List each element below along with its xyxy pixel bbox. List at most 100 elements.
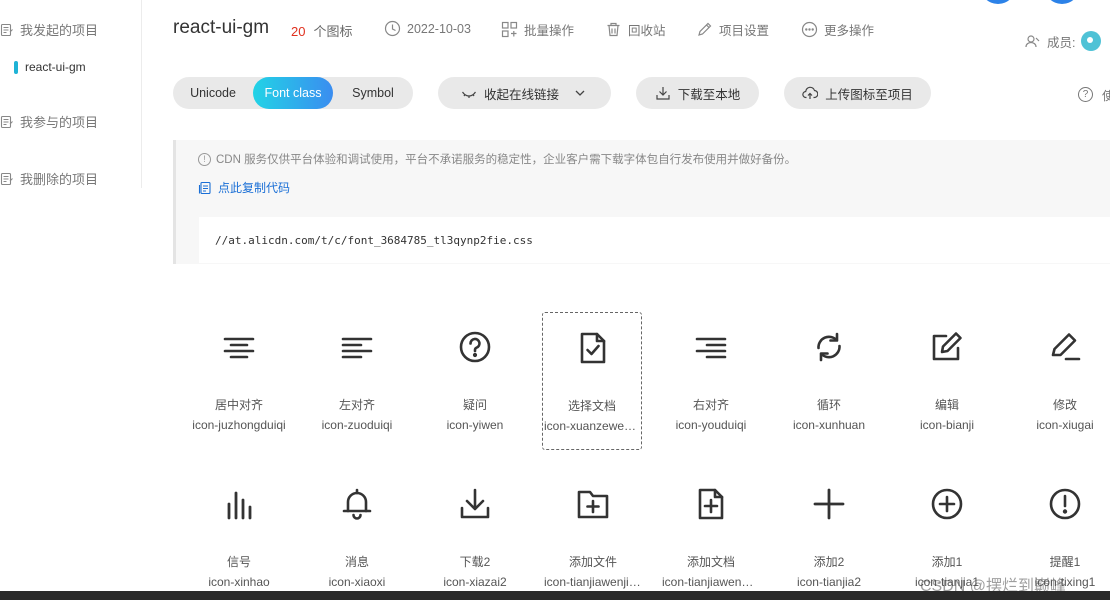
icon-card[interactable]: 添加2 icon-tianjia2 — [779, 469, 879, 600]
icon-name: 信号 — [226, 555, 251, 569]
icon-name: 疑问 — [462, 398, 487, 412]
icon-count-unit: 个图标 — [313, 24, 353, 39]
icon-card[interactable]: 下载2 icon-xiazai2 — [425, 469, 525, 600]
bottom-bar — [0, 591, 1110, 600]
tab-symbol[interactable]: Symbol — [333, 77, 413, 109]
icon-card[interactable]: 居中对齐 icon-juzhongduiqi — [189, 312, 289, 450]
icon-name: 添加文件 — [568, 555, 617, 569]
copy-code-link[interactable]: 点此复制代码 — [198, 179, 290, 196]
eye-closed-icon — [461, 91, 476, 98]
grid-icon — [501, 21, 518, 38]
plus-icon — [812, 487, 846, 521]
online-link-panel: ! CDN 服务仅供平台体验和调试使用，平台不承诺服务的稳定性，企业客户需下载字… — [173, 140, 1110, 264]
project-icon — [0, 172, 14, 186]
sidebar: 我发起的项目 react-ui-gm 我参与的项目 我删除的项目 — [0, 0, 142, 188]
tab-unicode[interactable]: Unicode — [173, 77, 253, 109]
created-date-text: 2022-10-03 — [407, 21, 471, 36]
cdn-notice: ! CDN 服务仅供平台体验和调试使用，平台不承诺服务的稳定性，企业客户需下载字… — [198, 151, 796, 167]
folder-add-icon — [576, 487, 610, 521]
members-label: 成员: — [1047, 35, 1076, 50]
icon-card[interactable]: 消息 icon-xiaoxi — [307, 469, 407, 600]
upload-icons-button[interactable]: 上传图标至项目 — [784, 77, 931, 109]
top-decoration — [1044, 0, 1080, 4]
members[interactable]: 成员: — [1024, 31, 1102, 51]
icon-name: 下载2 — [459, 555, 491, 569]
icon-card[interactable]: 右对齐 icon-youduiqi — [661, 312, 761, 450]
sidebar-project-label: react-ui-gm — [25, 60, 86, 74]
icon-card[interactable]: 左对齐 icon-zuoduiqi — [307, 312, 407, 450]
project-settings-label: 项目设置 — [719, 24, 770, 38]
icon-name: 提醒1 — [1049, 555, 1081, 569]
user-icon — [1025, 34, 1040, 47]
upload-icons-label: 上传图标至项目 — [825, 87, 913, 102]
loop-icon — [812, 330, 846, 364]
plus-circle-icon — [930, 487, 964, 521]
sidebar-item-label: 我发起的项目 — [20, 23, 99, 38]
icon-name: 添加文档 — [686, 555, 735, 569]
trash-icon — [607, 22, 620, 37]
download-local-button[interactable]: 下载至本地 — [636, 77, 759, 109]
icon-name: 选择文档 — [567, 399, 616, 413]
icon-card-selected[interactable]: 选择文档 icon-xuanzewendang — [542, 312, 642, 450]
icon-card[interactable]: 编辑 icon-bianji — [897, 312, 997, 450]
cdn-notice-text: CDN 服务仅供平台体验和调试使用，平台不承诺服务的稳定性，企业客户需下载字体包… — [216, 154, 797, 166]
pen-icon — [1048, 330, 1082, 364]
active-indicator — [14, 60, 18, 74]
chevron-down-icon — [575, 90, 585, 96]
icon-code: icon-xiugai — [1036, 418, 1094, 432]
collapse-online-link-button[interactable]: 收起在线链接 — [438, 77, 611, 109]
icon-code: icon-tianjiawendang — [662, 575, 761, 589]
document-check-icon — [576, 331, 610, 365]
recycle-bin-label: 回收站 — [628, 24, 666, 38]
icon-name: 右对齐 — [692, 398, 729, 412]
icon-code: icon-xiaoxi — [328, 575, 386, 589]
project-icon — [0, 23, 14, 37]
project-icon — [0, 115, 14, 129]
sidebar-item-label: 我参与的项目 — [20, 115, 99, 130]
avatar[interactable] — [1081, 31, 1102, 51]
project-title: react-ui-gm — [173, 17, 270, 38]
created-date: 2022-10-03 — [384, 20, 471, 37]
icon-card[interactable]: 添加文件 icon-tianjiawenjian — [543, 469, 643, 600]
icon-code: icon-tianjia2 — [796, 575, 862, 589]
icon-card[interactable]: 信号 icon-xinhao — [189, 469, 289, 600]
more-icon — [801, 21, 818, 38]
sidebar-item-joined-projects[interactable]: 我参与的项目 — [0, 112, 98, 131]
icon-code: icon-juzhongduiqi — [192, 418, 286, 432]
sidebar-item-label: 我删除的项目 — [20, 172, 99, 187]
icon-code: icon-xuanzewendang — [544, 419, 641, 433]
help-icon[interactable]: ? — [1078, 87, 1093, 102]
batch-operation-button[interactable]: 批量操作 — [501, 20, 574, 39]
css-link-code[interactable]: //at.alicdn.com/t/c/font_3684785_tl3qynp… — [199, 217, 1110, 263]
icon-code: icon-bianji — [919, 418, 975, 432]
icon-card[interactable]: 疑问 icon-yiwen — [425, 312, 525, 450]
alert-circle-icon — [1048, 487, 1082, 521]
download-icon — [656, 87, 670, 100]
icon-name: 添加2 — [813, 555, 845, 569]
edit-icon — [698, 22, 712, 36]
icon-name: 消息 — [344, 555, 369, 569]
more-operations-label: 更多操作 — [824, 24, 875, 38]
tab-font-class[interactable]: Font class — [253, 77, 333, 109]
sidebar-item-deleted-projects[interactable]: 我删除的项目 — [0, 169, 98, 188]
recycle-bin-button[interactable]: 回收站 — [605, 20, 666, 39]
info-icon: ! — [198, 152, 211, 166]
help-label[interactable]: 使 — [1102, 87, 1110, 104]
document-add-icon — [694, 487, 728, 521]
icon-name: 修改 — [1052, 398, 1077, 412]
icon-code: icon-tianjiawenjian — [544, 575, 643, 589]
edit-icon — [930, 330, 964, 364]
icon-card[interactable]: 修改 icon-xiugai — [1015, 312, 1110, 450]
icon-count-number: 20 — [291, 24, 306, 39]
signal-icon — [222, 487, 256, 521]
project-settings-button[interactable]: 项目设置 — [696, 20, 769, 39]
more-operations-button[interactable]: 更多操作 — [801, 20, 874, 39]
bell-icon — [340, 487, 374, 521]
icon-name: 左对齐 — [338, 398, 375, 412]
icon-card[interactable]: 添加文档 icon-tianjiawendang — [661, 469, 761, 600]
sidebar-item-my-projects[interactable]: 我发起的项目 — [0, 20, 98, 39]
sidebar-project-react-ui-gm[interactable]: react-ui-gm — [14, 60, 86, 74]
icon-card[interactable]: 循环 icon-xunhuan — [779, 312, 879, 450]
batch-operation-label: 批量操作 — [524, 24, 575, 38]
clock-icon — [384, 20, 401, 37]
